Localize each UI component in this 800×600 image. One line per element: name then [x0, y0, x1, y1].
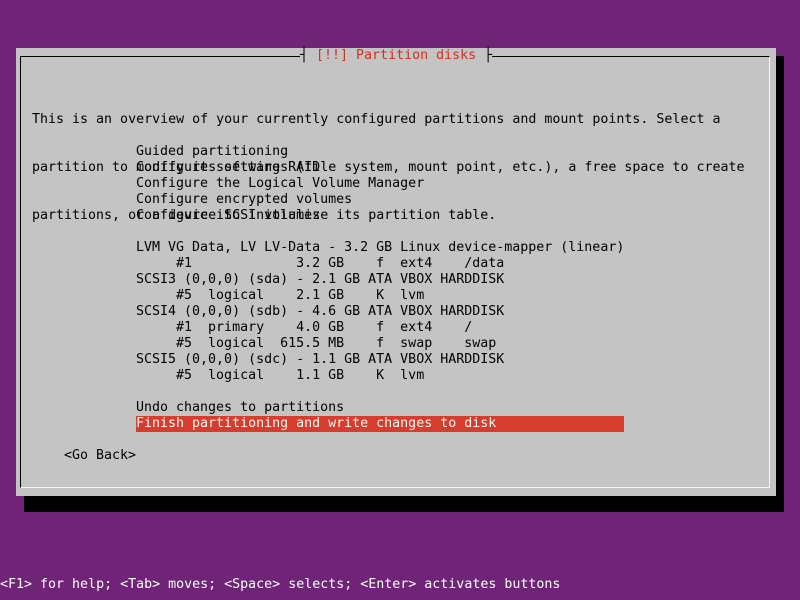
menu-item-undo-changes[interactable]: Undo changes to partitions [136, 400, 624, 416]
menu-item-configure-lvm[interactable]: Configure the Logical Volume Manager [136, 176, 624, 192]
installer-screen: ┤ [!!] Partition disks ├ This is an over… [0, 0, 800, 600]
dialog-title-text: [!!] Partition disks [316, 48, 477, 63]
partition-menu: Guided partitioning Configure software R… [136, 144, 624, 432]
menu-item-disk-sdc[interactable]: SCSI5 (0,0,0) (sdc) - 1.1 GB ATA VBOX HA… [136, 352, 624, 368]
menu-item-sda-partition-5[interactable]: #5 logical 2.1 GB K lvm [136, 288, 624, 304]
menu-spacer [136, 384, 624, 400]
menu-item-configure-iscsi-volumes[interactable]: Configure iSCSI volumes [136, 208, 624, 224]
menu-spacer [136, 224, 624, 240]
menu-item-lvm-partition-1[interactable]: #1 3.2 GB f ext4 /data [136, 256, 624, 272]
menu-item-disk-sda[interactable]: SCSI3 (0,0,0) (sda) - 2.1 GB ATA VBOX HA… [136, 272, 624, 288]
menu-item-sdb-partition-5[interactable]: #5 logical 615.5 MB f swap swap [136, 336, 624, 352]
menu-item-disk-sdb[interactable]: SCSI4 (0,0,0) (sdb) - 4.6 GB ATA VBOX HA… [136, 304, 624, 320]
partition-dialog: ┤ [!!] Partition disks ├ This is an over… [16, 48, 776, 496]
go-back-button[interactable]: <Go Back> [64, 448, 136, 464]
menu-item-lvm-vg-data[interactable]: LVM VG Data, LV LV-Data - 3.2 GB Linux d… [136, 240, 624, 256]
menu-item-guided-partitioning[interactable]: Guided partitioning [136, 144, 624, 160]
menu-item-sdc-partition-5[interactable]: #5 logical 1.1 GB K lvm [136, 368, 624, 384]
help-footer: <F1> for help; <Tab> moves; <Space> sele… [0, 577, 561, 592]
menu-item-configure-encrypted-volumes[interactable]: Configure encrypted volumes [136, 192, 624, 208]
menu-item-finish-partitioning[interactable]: Finish partitioning and write changes to… [136, 416, 624, 432]
dialog-title: ┤ [!!] Partition disks ├ [300, 48, 493, 64]
menu-item-configure-software-raid[interactable]: Configure software RAID [136, 160, 624, 176]
intro-line: This is an overview of your currently co… [32, 112, 721, 127]
menu-item-sdb-partition-1[interactable]: #1 primary 4.0 GB f ext4 / [136, 320, 624, 336]
